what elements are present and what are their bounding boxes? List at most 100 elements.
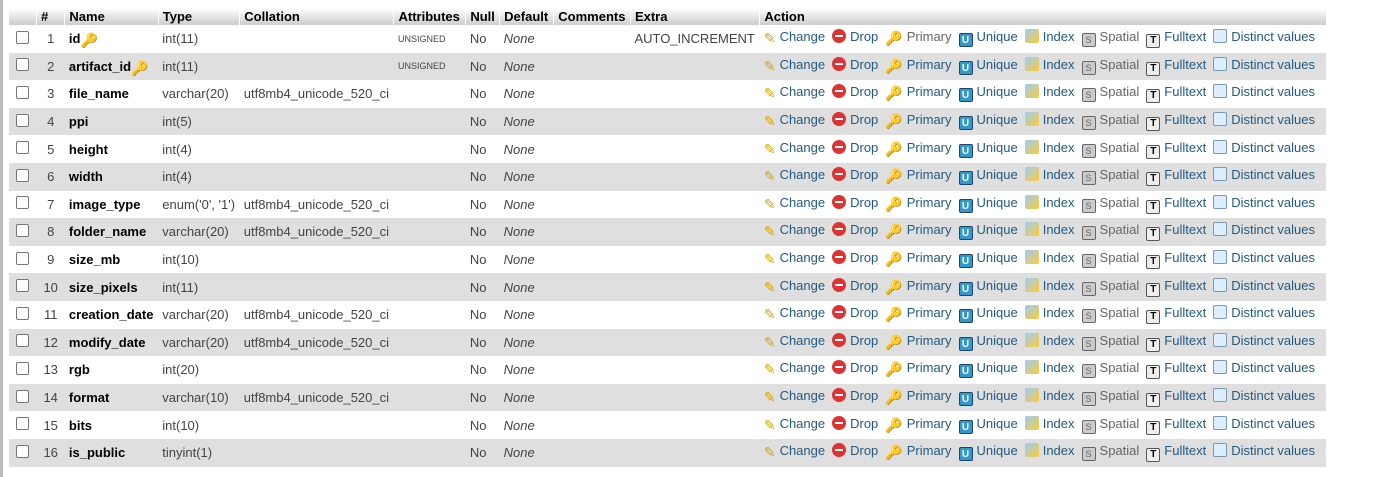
primary-action[interactable]: 🔑 Primary <box>885 416 951 433</box>
drop-action[interactable]: Drop <box>832 388 878 403</box>
spatial-action[interactable]: S Spatial <box>1081 195 1139 213</box>
distinct-values-action[interactable]: Distinct values <box>1213 167 1315 182</box>
distinct-values-action[interactable]: Distinct values <box>1213 222 1315 237</box>
unique-action[interactable]: U Unique <box>958 29 1018 48</box>
unique-action[interactable]: U Unique <box>958 84 1018 103</box>
unique-action[interactable]: U Unique <box>958 57 1018 75</box>
unique-action[interactable]: U Unique <box>958 140 1018 158</box>
fulltext-action[interactable]: T Fulltext <box>1146 333 1206 352</box>
spatial-action[interactable]: S Spatial <box>1081 416 1139 434</box>
spatial-action[interactable]: S Spatial <box>1081 112 1139 131</box>
primary-action[interactable]: 🔑 Primary <box>885 278 951 295</box>
header-collation[interactable]: Collation <box>239 8 394 25</box>
index-action[interactable]: Index <box>1024 332 1075 348</box>
drop-action[interactable]: Drop <box>832 194 878 210</box>
row-checkbox-cell[interactable] <box>8 107 37 136</box>
index-action[interactable]: Index <box>1024 305 1075 320</box>
distinct-values-action[interactable]: Distinct values <box>1213 112 1315 127</box>
change-action[interactable]: ✎ Change <box>764 112 825 129</box>
drop-action[interactable]: Drop <box>832 112 878 127</box>
fulltext-action[interactable]: T Fulltext <box>1146 84 1206 104</box>
drop-action[interactable]: Drop <box>832 56 878 72</box>
distinct-values-action[interactable]: Distinct values <box>1213 29 1315 44</box>
unique-action[interactable]: U Unique <box>958 112 1018 131</box>
primary-action[interactable]: 🔑 Primary <box>885 222 951 239</box>
fulltext-action[interactable]: T Fulltext <box>1146 222 1206 242</box>
row-checkbox[interactable] <box>15 58 29 72</box>
index-action[interactable]: Index <box>1024 222 1075 237</box>
header-comments[interactable]: Comments <box>553 8 631 25</box>
change-action[interactable]: ✎ Change <box>764 305 825 322</box>
fulltext-action[interactable]: T Fulltext <box>1146 29 1206 49</box>
unique-action[interactable]: U Unique <box>958 222 1018 241</box>
unique-action[interactable]: U Unique <box>958 278 1018 296</box>
row-checkbox-cell[interactable] <box>8 162 37 191</box>
unique-action[interactable]: U Unique <box>958 250 1018 269</box>
unique-action[interactable]: U Unique <box>958 305 1018 324</box>
drop-action[interactable]: Drop <box>832 250 878 265</box>
drop-action[interactable]: Drop <box>832 277 878 293</box>
primary-action[interactable]: 🔑 Primary <box>885 140 951 157</box>
header-attributes[interactable]: Attributes <box>393 8 466 25</box>
spatial-action[interactable]: S Spatial <box>1081 140 1139 158</box>
drop-action[interactable]: Drop <box>832 29 878 44</box>
header-extra[interactable]: Extra <box>629 8 760 25</box>
row-checkbox[interactable] <box>15 141 29 155</box>
row-checkbox[interactable] <box>15 251 29 265</box>
row-checkbox-cell[interactable] <box>8 25 37 53</box>
index-action[interactable]: Index <box>1024 250 1075 265</box>
spatial-action[interactable]: S Spatial <box>1081 167 1139 186</box>
change-action[interactable]: ✎ Change <box>764 29 825 46</box>
fulltext-action[interactable]: T Fulltext <box>1146 443 1206 463</box>
row-checkbox[interactable] <box>15 30 29 44</box>
primary-action[interactable]: 🔑 Primary <box>885 250 951 267</box>
drop-action[interactable]: Drop <box>832 139 878 155</box>
primary-action[interactable]: 🔑 Primary <box>885 195 951 212</box>
change-action[interactable]: ✎ Change <box>764 278 825 295</box>
row-checkbox-cell[interactable] <box>8 383 37 412</box>
row-checkbox[interactable] <box>15 223 29 237</box>
index-action[interactable]: Index <box>1024 194 1075 210</box>
distinct-values-action[interactable]: Distinct values <box>1213 305 1315 320</box>
row-checkbox[interactable] <box>15 361 29 375</box>
change-action[interactable]: ✎ Change <box>764 222 825 239</box>
fulltext-action[interactable]: T Fulltext <box>1146 416 1206 435</box>
primary-action[interactable]: 🔑 Primary <box>885 333 951 350</box>
primary-action[interactable]: 🔑 Primary <box>885 29 951 46</box>
primary-action[interactable]: 🔑 Primary <box>885 112 951 129</box>
primary-action[interactable]: 🔑 Primary <box>885 443 951 460</box>
drop-action[interactable]: Drop <box>832 332 878 348</box>
row-checkbox-cell[interactable] <box>8 218 37 246</box>
row-checkbox-cell[interactable] <box>8 328 37 357</box>
index-action[interactable]: Index <box>1024 167 1075 182</box>
spatial-action[interactable]: S Spatial <box>1081 250 1139 269</box>
row-checkbox[interactable] <box>15 196 29 210</box>
unique-action[interactable]: U Unique <box>958 388 1018 407</box>
spatial-action[interactable]: S Spatial <box>1081 84 1139 103</box>
fulltext-action[interactable]: T Fulltext <box>1146 278 1206 297</box>
row-checkbox-cell[interactable] <box>8 356 37 384</box>
drop-action[interactable]: Drop <box>832 167 878 182</box>
distinct-values-action[interactable]: Distinct values <box>1213 388 1315 403</box>
drop-action[interactable]: Drop <box>832 360 878 375</box>
fulltext-action[interactable]: T Fulltext <box>1146 57 1206 76</box>
spatial-action[interactable]: S Spatial <box>1081 443 1139 462</box>
change-action[interactable]: ✎ Change <box>764 250 825 267</box>
spatial-action[interactable]: S Spatial <box>1081 278 1139 296</box>
index-action[interactable]: Index <box>1024 56 1075 72</box>
row-checkbox-cell[interactable] <box>8 52 37 81</box>
spatial-action[interactable]: S Spatial <box>1081 333 1139 351</box>
fulltext-action[interactable]: T Fulltext <box>1146 140 1206 159</box>
spatial-action[interactable]: S Spatial <box>1081 222 1139 241</box>
primary-action[interactable]: 🔑 Primary <box>885 57 951 74</box>
distinct-values-action[interactable]: Distinct values <box>1213 277 1315 293</box>
drop-action[interactable]: Drop <box>832 305 878 320</box>
primary-action[interactable]: 🔑 Primary <box>885 84 951 101</box>
distinct-values-action[interactable]: Distinct values <box>1213 56 1315 72</box>
change-action[interactable]: ✎ Change <box>764 333 825 350</box>
distinct-values-action[interactable]: Distinct values <box>1213 360 1315 375</box>
row-checkbox-cell[interactable] <box>8 80 37 108</box>
change-action[interactable]: ✎ Change <box>764 443 825 460</box>
drop-action[interactable]: Drop <box>832 443 878 458</box>
unique-action[interactable]: U Unique <box>958 360 1018 379</box>
